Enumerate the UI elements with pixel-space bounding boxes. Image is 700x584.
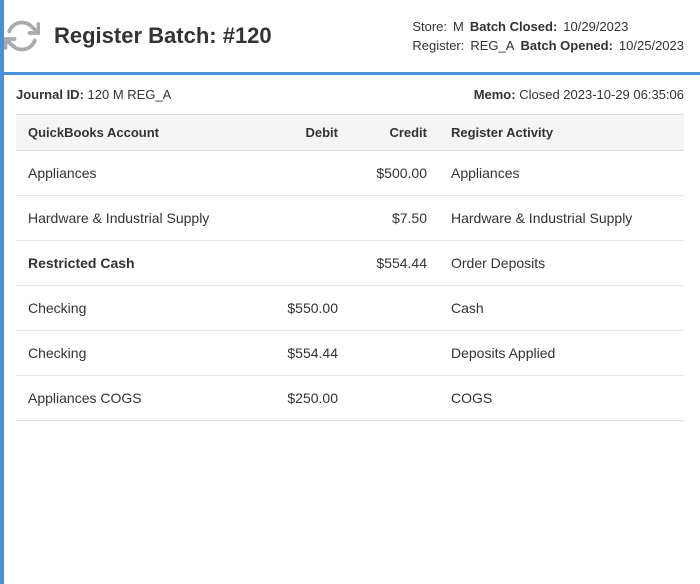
sub-header: Journal ID: 120 M REG_A Memo: Closed 202…	[0, 75, 700, 114]
batch-closed-value: 10/29/2023	[563, 19, 628, 34]
table-row: Restricted Cash $554.44Order Deposits	[16, 241, 684, 286]
cell-activity: Cash	[439, 286, 684, 331]
table-row: Checking$554.44 Deposits Applied	[16, 331, 684, 376]
store-label: Store:	[412, 19, 447, 34]
cell-debit: $554.44	[261, 331, 350, 376]
cell-debit: $250.00	[261, 376, 350, 421]
cell-credit	[350, 376, 439, 421]
table-row: Appliances$500.00Appliances	[16, 151, 684, 196]
cell-activity: COGS	[439, 376, 684, 421]
batch-opened-label: Batch Opened:	[520, 38, 612, 53]
col-header-credit: Credit	[350, 115, 439, 151]
cell-credit	[350, 286, 439, 331]
table-row: Appliances COGS$250.00 COGS	[16, 376, 684, 421]
table-row: Hardware & Industrial Supply$7.50Hardwar…	[16, 196, 684, 241]
store-value: M	[453, 19, 464, 34]
cell-account: Appliances COGS	[16, 376, 261, 421]
cell-account: Checking	[16, 331, 261, 376]
register-label: Register:	[412, 38, 464, 53]
cell-account: Hardware & Industrial Supply	[16, 196, 261, 241]
cell-credit: $554.44	[350, 241, 439, 286]
col-header-debit: Debit	[261, 115, 350, 151]
page-header: Register Batch: #120 Store: M Batch Clos…	[0, 0, 700, 75]
journal-id: Journal ID: 120 M REG_A	[16, 87, 171, 102]
cell-credit: $500.00	[350, 151, 439, 196]
header-meta: Store: M Batch Closed: 10/29/2023 Regist…	[412, 19, 684, 53]
cell-credit: $7.50	[350, 196, 439, 241]
left-accent-bar	[0, 0, 4, 584]
table-row: Checking$550.00 Cash	[16, 286, 684, 331]
cell-debit: $550.00	[261, 286, 350, 331]
journal-id-label: Journal ID:	[16, 87, 84, 102]
memo-value: Closed 2023-10-29 06:35:06	[519, 87, 684, 102]
memo-label: Memo:	[474, 87, 516, 102]
cell-account: Restricted Cash	[16, 241, 261, 286]
memo: Memo: Closed 2023-10-29 06:35:06	[474, 87, 684, 102]
cell-account: Checking	[16, 286, 261, 331]
register-table: QuickBooks Account Debit Credit Register…	[16, 114, 684, 421]
cell-activity: Appliances	[439, 151, 684, 196]
refresh-icon[interactable]	[0, 14, 44, 58]
cell-activity: Order Deposits	[439, 241, 684, 286]
batch-closed-label: Batch Closed:	[470, 19, 557, 34]
register-value: REG_A	[470, 38, 514, 53]
page-title: Register Batch: #120	[54, 23, 412, 49]
col-header-account: QuickBooks Account	[16, 115, 261, 151]
col-header-activity: Register Activity	[439, 115, 684, 151]
cell-activity: Hardware & Industrial Supply	[439, 196, 684, 241]
cell-debit	[261, 151, 350, 196]
cell-account: Appliances	[16, 151, 261, 196]
batch-opened-value: 10/25/2023	[619, 38, 684, 53]
cell-credit	[350, 331, 439, 376]
cell-debit	[261, 241, 350, 286]
journal-id-value: 120 M REG_A	[88, 87, 172, 102]
table-container: QuickBooks Account Debit Credit Register…	[0, 114, 700, 421]
cell-debit	[261, 196, 350, 241]
table-header-row: QuickBooks Account Debit Credit Register…	[16, 115, 684, 151]
cell-activity: Deposits Applied	[439, 331, 684, 376]
